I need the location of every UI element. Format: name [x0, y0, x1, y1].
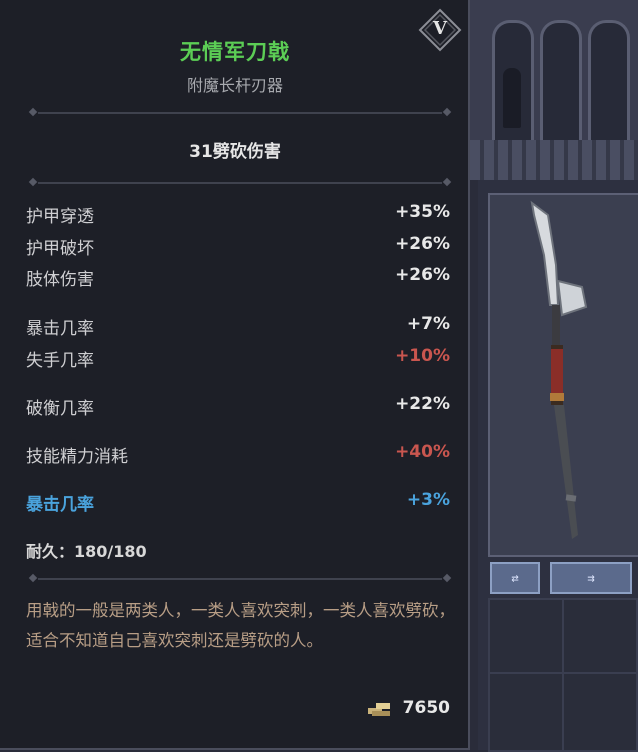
arch-window	[540, 20, 582, 143]
stat-label-armor-penetration: 护甲穿透	[26, 207, 94, 227]
stat-label-balance-break: 破衡几率	[26, 399, 94, 419]
stat-value-miss-chance: +10%	[395, 346, 450, 366]
stat-value-armor-penetration: +35%	[395, 202, 450, 222]
swap-weapon-button[interactable]: ⇄	[490, 562, 540, 594]
equipped-weapon-slot[interactable]	[488, 193, 638, 557]
stat-value-skill-energy-cost: +40%	[395, 442, 450, 462]
statue	[503, 68, 521, 128]
stat-value-balance-break: +22%	[395, 394, 450, 414]
stat-label-crit-chance: 暴击几率	[26, 319, 94, 339]
divider	[28, 573, 452, 584]
arch-window	[492, 20, 534, 143]
inventory-cell[interactable]	[562, 672, 638, 752]
balustrade	[470, 140, 638, 180]
stat-value-enchant-crit: +3%	[406, 490, 450, 510]
item-tooltip: Ⅴ 无情军刀戟 附魔长杆刃器 31劈砍伤害 护甲穿透 +35% 护甲破坏 +26…	[0, 0, 470, 750]
stat-label-enchant-crit: 暴击几率	[26, 495, 94, 515]
stat-value-armor-damage: +26%	[395, 234, 450, 254]
stat-value-limb-damage: +26%	[395, 265, 450, 285]
halberd-icon	[530, 200, 588, 539]
inventory-cell[interactable]	[562, 598, 638, 674]
stat-label-armor-damage: 护甲破坏	[26, 239, 94, 259]
durability: 耐久：180/180	[26, 542, 147, 561]
damage-value: 31劈砍伤害	[189, 142, 281, 162]
divider	[28, 177, 452, 188]
stat-label-limb-damage: 肢体伤害	[26, 270, 94, 290]
inventory-cell[interactable]	[488, 598, 564, 674]
stat-value-crit-chance: +7%	[406, 314, 450, 334]
item-price: 7650	[402, 698, 450, 718]
item-type: 附魔长杆刃器	[186, 76, 283, 95]
inventory-grid	[488, 598, 638, 752]
auto-arrange-button[interactable]: ⇉	[550, 562, 632, 594]
gold-coins-icon	[368, 703, 390, 716]
inventory-cell[interactable]	[488, 672, 564, 752]
item-name: 无情军刀戟	[180, 40, 290, 64]
stat-label-skill-energy-cost: 技能精力消耗	[26, 447, 128, 467]
arch-window	[588, 20, 630, 143]
item-description: 用戟的一般是两类人，一类人喜欢突刺，一类人喜欢劈砍，适合不知道自己喜欢突刺还是劈…	[26, 601, 455, 650]
divider	[28, 107, 452, 118]
stat-label-miss-chance: 失手几率	[26, 351, 94, 371]
